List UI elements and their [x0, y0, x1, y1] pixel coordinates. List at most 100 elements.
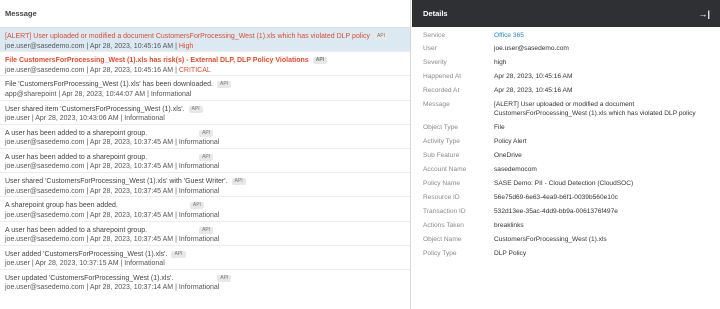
row-severity: Informational — [178, 163, 220, 171]
row-severity: High — [178, 42, 194, 50]
api-badge: API — [199, 153, 214, 161]
list-item-0[interactable]: [ALERT] User uploaded or modified a docu… — [0, 28, 410, 53]
collapse-panel-icon[interactable]: →| — [698, 9, 710, 19]
api-badge: API — [189, 202, 204, 210]
row-message: User updated 'CustomersForProcessing_Wes… — [5, 274, 174, 282]
detail-value: high — [494, 59, 507, 66]
row-user: joe.user@sasedemo.com — [5, 187, 85, 195]
row-separator: | — [175, 42, 177, 50]
row-separator: | — [175, 236, 177, 243]
row-user: joe.user@sasedemo.com — [5, 163, 85, 171]
row-message: User added 'CustomersForProcessing_West … — [5, 250, 168, 258]
detail-value: Policy Alert — [494, 138, 527, 145]
detail-label: Policy Name — [423, 180, 461, 187]
row-separator: | — [86, 66, 89, 74]
row-message: User shared 'CustomersForProcessing_West… — [5, 178, 228, 186]
row-date: Apr 28, 2023, 10:37:45 AM — [89, 139, 174, 147]
row-message: A user has been added to a sharepoint gr… — [5, 226, 148, 234]
row-severity: Informational — [150, 90, 192, 98]
detail-label: Account Name — [423, 166, 467, 173]
row-user: app@sharepoint — [5, 90, 57, 98]
api-badge: API — [171, 250, 186, 258]
api-badge: API — [188, 105, 203, 113]
row-separator: | — [31, 115, 34, 123]
api-badge: API — [199, 226, 214, 234]
detail-value: Apr 28, 2023, 10:45:16 AM — [494, 73, 573, 80]
row-date: Apr 28, 2023, 10:44:07 AM — [61, 90, 146, 98]
api-badge: API — [373, 33, 389, 40]
row-user: joe.user@sasedemo.com — [5, 66, 85, 74]
row-message: File CustomersForProcessing_West (1).xls… — [5, 57, 309, 65]
list-item-10[interactable]: User updated 'CustomersForProcessing_Wes… — [0, 270, 410, 294]
row-severity: Informational — [178, 284, 220, 292]
detail-label: Object Name — [423, 236, 462, 243]
detail-value: breaklinks — [494, 222, 524, 229]
list-item-1[interactable]: File CustomersForProcessing_West (1).xls… — [0, 52, 410, 77]
list-item-2[interactable]: File 'CustomersForProcessing_West (1).xl… — [0, 76, 410, 101]
detail-label: Recorded At — [423, 87, 460, 94]
list-item-9[interactable]: User added 'CustomersForProcessing_West … — [0, 246, 410, 270]
details-panel: Details →| Service Office 365 User joe.u… — [412, 0, 720, 309]
list-item-6[interactable]: User shared 'CustomersForProcessing_West… — [0, 173, 410, 198]
details-title: Details — [423, 9, 448, 18]
api-badge: API — [199, 129, 214, 137]
row-date: Apr 28, 2023, 10:37:15 AM — [35, 260, 119, 268]
row-separator: | — [86, 236, 89, 243]
detail-label: Sub Feature — [423, 152, 460, 159]
row-separator: | — [175, 284, 177, 292]
row-separator: | — [86, 284, 89, 292]
detail-label: Actions Taken — [423, 222, 464, 229]
detail-label: Severity — [423, 59, 447, 66]
row-severity: Informational — [178, 139, 220, 147]
row-severity: CRITICAL — [178, 66, 211, 74]
row-user: joe.user@sasedemo.com — [5, 139, 85, 147]
row-severity: Informational — [178, 187, 220, 195]
row-message: A sharepoint group has been added. — [5, 202, 118, 210]
row-separator: | — [120, 115, 123, 123]
detail-value: [ALERT] User uploaded or modified a docu… — [494, 101, 696, 117]
row-user: joe.user — [5, 260, 30, 268]
row-separator: | — [31, 260, 34, 268]
row-separator: | — [58, 90, 61, 98]
row-separator: | — [120, 260, 123, 268]
row-date: Apr 28, 2023, 10:37:45 AM — [89, 163, 174, 171]
row-date: Apr 28, 2023, 10:45:16 AM — [89, 66, 174, 74]
row-separator: | — [86, 211, 89, 219]
row-user: joe.user@sasedemo.com — [5, 236, 85, 243]
row-message: A user has been added to a sharepoint gr… — [5, 129, 148, 137]
detail-label: Message — [423, 101, 450, 108]
detail-label: Happened At — [423, 73, 462, 80]
row-separator: | — [86, 187, 89, 195]
list-item-5[interactable]: A user has been added to a sharepoint gr… — [0, 149, 410, 174]
detail-value: joe.user@sasedemo.com — [494, 45, 569, 52]
api-badge: API — [217, 274, 232, 282]
api-badge: API — [231, 178, 246, 186]
row-date: Apr 28, 2023, 10:37:45 AM — [89, 187, 174, 195]
detail-value: SASE Demo: PII - Cloud Detection (CloudS… — [494, 180, 634, 187]
row-date: Apr 28, 2023, 10:37:45 AM — [89, 211, 174, 219]
row-message: [ALERT] User uploaded or modified a docu… — [5, 33, 370, 40]
list-item-7[interactable]: A sharepoint group has been added. API jo… — [0, 197, 410, 222]
detail-label: User — [423, 45, 437, 52]
row-severity: Informational — [124, 115, 165, 123]
column-header-message[interactable]: Message — [0, 0, 410, 28]
detail-value: 532d13ee-35ac-4dd9-bb9a-0061376f497e — [494, 208, 618, 215]
row-severity: Informational — [178, 236, 220, 243]
row-date: Apr 28, 2023, 10:43:06 AM — [35, 115, 119, 123]
detail-label: Service — [423, 32, 445, 39]
row-user: joe.user@sasedemo.com — [5, 42, 85, 50]
row-separator: | — [86, 42, 89, 50]
list-item-4[interactable]: A user has been added to a sharepoint gr… — [0, 125, 410, 149]
list-item-8[interactable]: A user has been added to a sharepoint gr… — [0, 222, 410, 246]
detail-label: Activity Type — [423, 138, 460, 145]
detail-value-service-link[interactable]: Office 365 — [494, 32, 714, 41]
row-separator: | — [86, 139, 89, 147]
detail-value: CustomersForProcessing_West (1).xls — [494, 236, 607, 243]
detail-value: OneDrive — [494, 152, 522, 159]
list-item-3[interactable]: User shared item 'CustomersForProcessing… — [0, 101, 410, 125]
row-separator: | — [175, 187, 177, 195]
detail-value: DLP Policy — [494, 250, 527, 257]
row-user: joe.user — [5, 115, 30, 123]
row-message: User shared item 'CustomersForProcessing… — [5, 105, 185, 113]
detail-value: File — [494, 124, 505, 131]
